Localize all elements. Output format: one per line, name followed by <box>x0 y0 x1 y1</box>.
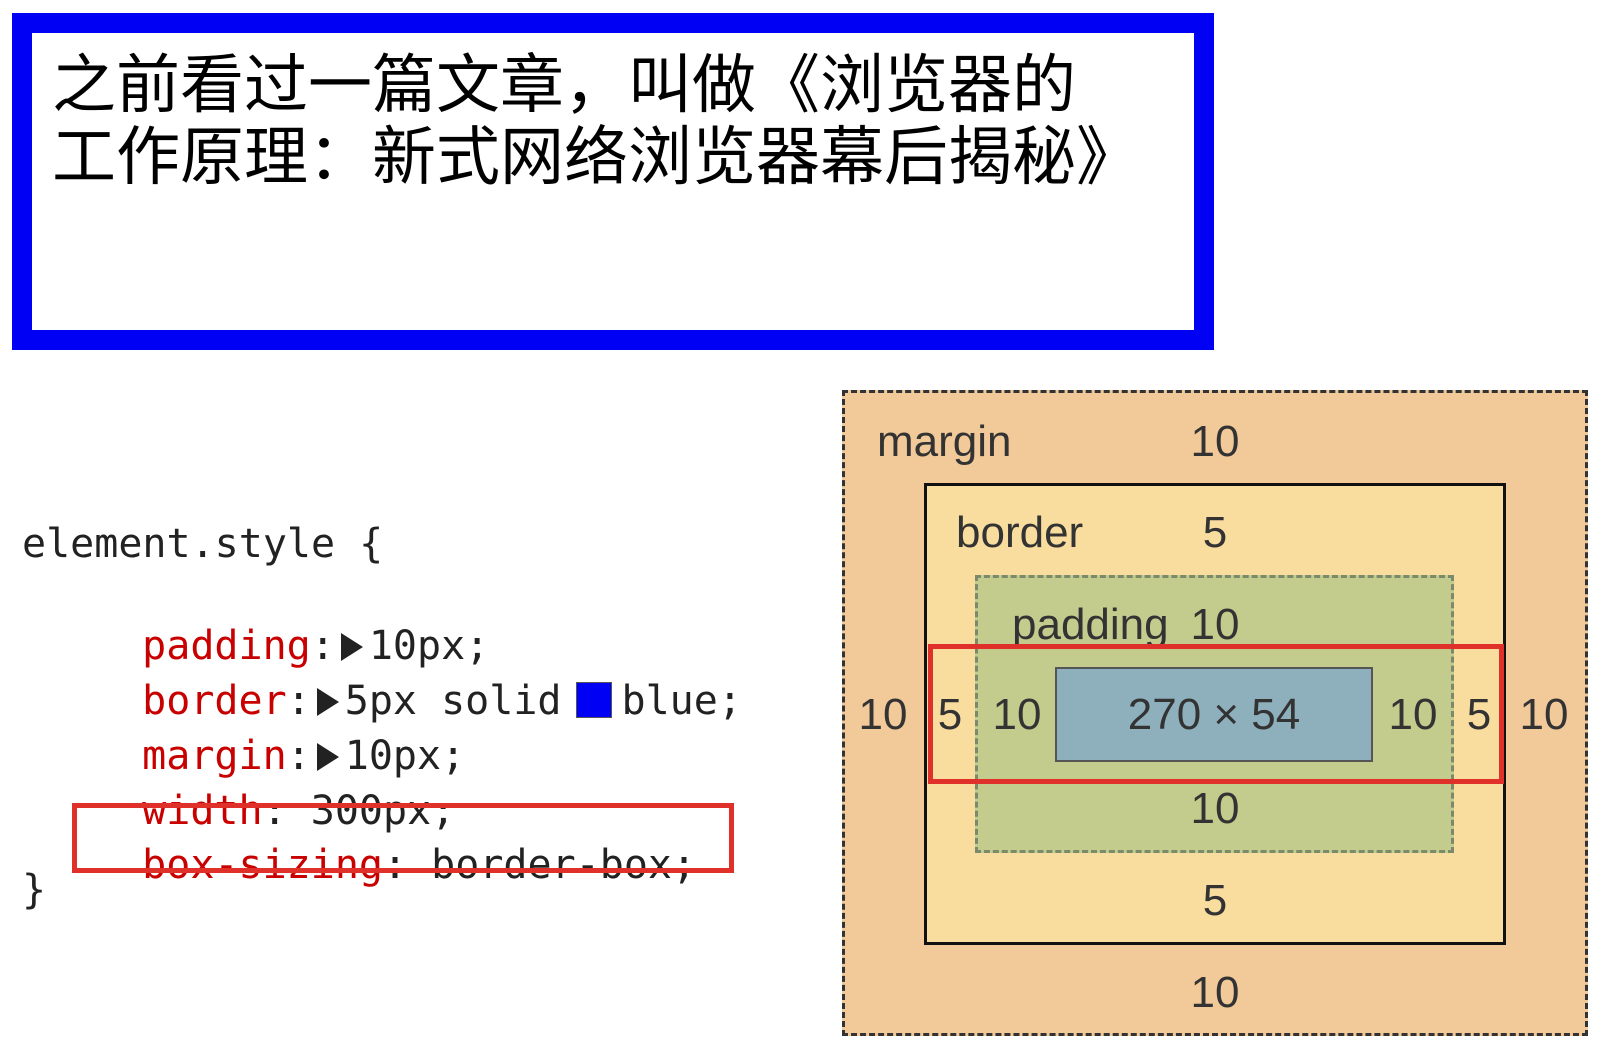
decl-border-value-color[interactable]: blue; <box>622 678 742 724</box>
box-model-border-label: border <box>956 508 1084 557</box>
box-model-margin-label: margin <box>877 417 1012 466</box>
style-closing-brace: } <box>22 867 47 913</box>
margin-right-value[interactable]: 10 <box>1520 690 1569 740</box>
box-model-row-highlight <box>928 644 1504 784</box>
demo-text: 之前看过一篇文章，叫做《浏览器的工作原理：新式网络浏览器幕后揭秘》 <box>52 49 1140 195</box>
margin-left-value[interactable]: 10 <box>859 690 908 740</box>
padding-top-value[interactable]: 10 <box>1191 600 1240 650</box>
margin-bottom-value[interactable]: 10 <box>1191 968 1240 1018</box>
border-bottom-value[interactable]: 5 <box>1203 876 1227 926</box>
border-top-value[interactable]: 5 <box>1203 508 1227 558</box>
box-sizing-highlight <box>72 803 734 873</box>
padding-bottom-value[interactable]: 10 <box>1191 784 1240 834</box>
margin-top-value[interactable]: 10 <box>1191 417 1240 467</box>
box-model-padding-label: padding <box>1012 600 1169 649</box>
color-swatch-icon[interactable] <box>575 682 612 718</box>
